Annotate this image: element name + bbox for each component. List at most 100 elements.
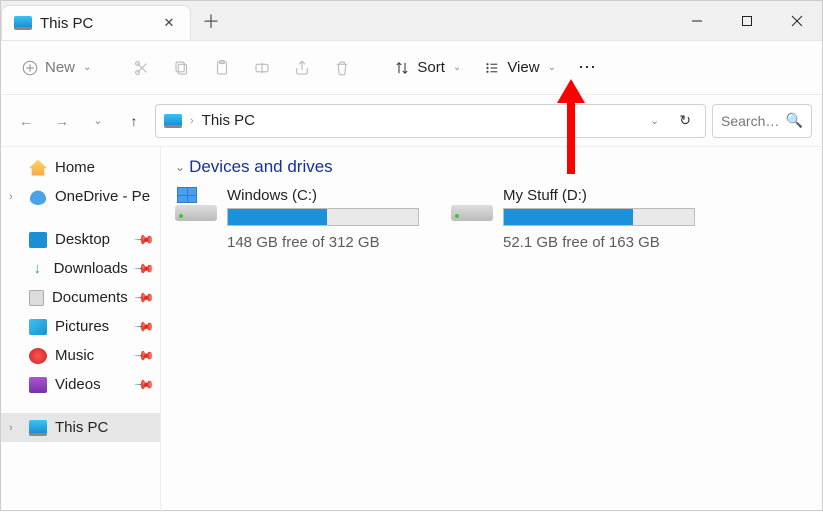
sidebar-item-desktop[interactable]: Desktop 📌 [1,225,160,254]
sort-icon [393,59,411,77]
chevron-down-icon: ⌄ [453,62,461,73]
recent-chevron[interactable]: ⌄ [83,106,113,136]
maximize-button[interactable] [722,1,772,40]
sidebar-item-videos[interactable]: Videos 📌 [1,370,160,399]
refresh-button[interactable]: ↻ [673,112,697,129]
window-controls [672,1,822,40]
sidebar-item-this-pc[interactable]: › This PC [1,413,160,442]
sidebar: Home › OneDrive - Pe Desktop 📌 ↓ Downloads 📌… [1,147,161,512]
address-bar[interactable]: › This PC ⌄ ↻ [155,104,706,138]
pin-icon: 📌 [133,286,156,309]
new-label: New [45,59,75,76]
address-text: This PC [202,112,255,129]
cut-button[interactable] [125,53,159,83]
drive-name: Windows (C:) [227,187,423,204]
desktop-icon [29,232,47,248]
drive-free-text: 52.1 GB free of 163 GB [503,234,699,251]
paste-icon [213,59,231,77]
share-icon [293,59,311,77]
share-button[interactable] [285,53,319,83]
new-button[interactable]: New ⌄ [13,53,99,83]
drive-free-text: 148 GB free of 312 GB [227,234,423,251]
view-label: View [507,59,539,76]
close-tab-icon[interactable]: ✕ [162,16,176,30]
pin-icon: 📌 [133,228,156,251]
delete-button[interactable] [325,53,359,83]
drive-icon [451,187,493,221]
documents-icon [29,290,44,306]
expand-icon[interactable]: › [9,191,13,203]
drives-list: Windows (C:) 148 GB free of 312 GB My St… [175,187,808,251]
sidebar-label: Videos [55,376,101,393]
nav-row: ← → ⌄ ↑ › This PC ⌄ ↻ Search This PC 🔍 [1,95,822,147]
tab-title: This PC [40,15,154,32]
this-pc-icon [164,114,182,128]
chevron-down-icon: ⌄ [83,62,91,73]
sidebar-label: Home [55,159,95,176]
copy-button[interactable] [165,53,199,83]
sidebar-label: Downloads [54,260,128,277]
downloads-icon: ↓ [29,261,46,277]
search-icon: 🔍 [786,112,803,129]
sidebar-label: Desktop [55,231,110,248]
sidebar-item-downloads[interactable]: ↓ Downloads 📌 [1,254,160,283]
rename-button[interactable] [245,53,279,83]
sidebar-label: This PC [55,419,108,436]
close-button[interactable] [772,1,822,40]
up-button[interactable]: ↑ [119,106,149,136]
sidebar-label: Pictures [55,318,109,335]
music-icon [29,348,47,364]
chevron-down-icon: ⌄ [548,62,556,73]
view-icon [483,59,501,77]
toolbar: New ⌄ Sort ⌄ View ⌄ ⋯ [1,41,822,95]
search-input[interactable]: Search This PC 🔍 [712,104,812,138]
home-icon [29,160,47,176]
breadcrumb-chevron-icon: › [190,115,194,127]
forward-button[interactable]: → [47,106,77,136]
sidebar-item-onedrive[interactable]: › OneDrive - Pe [1,182,160,211]
trash-icon [333,59,351,77]
this-pc-icon [14,16,32,30]
paste-button[interactable] [205,53,239,83]
sidebar-item-home[interactable]: Home [1,153,160,182]
sort-label: Sort [417,59,445,76]
pin-icon: 📌 [133,315,156,338]
sidebar-item-music[interactable]: Music 📌 [1,341,160,370]
copy-icon [173,59,191,77]
pin-icon: 📌 [133,344,156,367]
this-pc-icon [29,420,47,436]
drive-item[interactable]: Windows (C:) 148 GB free of 312 GB [175,187,423,251]
pin-icon: 📌 [133,373,156,396]
sort-button[interactable]: Sort ⌄ [385,53,469,83]
new-tab-button[interactable]: ＋ [191,1,231,40]
collapse-icon: ⌄ [175,160,185,174]
pictures-icon [29,319,47,335]
drive-usage-bar [503,208,695,226]
sidebar-label: OneDrive - Pe [55,188,150,205]
videos-icon [29,377,47,393]
pin-icon: 📌 [133,257,156,280]
plus-circle-icon [21,59,39,77]
back-button[interactable]: ← [11,106,41,136]
sidebar-item-pictures[interactable]: Pictures 📌 [1,312,160,341]
cut-icon [133,59,151,77]
minimize-button[interactable] [672,1,722,40]
cloud-icon [29,189,47,205]
rename-icon [253,59,271,77]
section-header[interactable]: ⌄ Devices and drives [175,157,808,177]
section-title: Devices and drives [189,157,333,177]
titlebar: This PC ✕ ＋ [1,1,822,41]
sidebar-label: Music [55,347,94,364]
window-tab[interactable]: This PC ✕ [1,5,191,40]
search-placeholder: Search This PC [721,113,780,129]
drive-item[interactable]: My Stuff (D:) 52.1 GB free of 163 GB [451,187,699,251]
more-button[interactable]: ⋯ [570,51,606,84]
content-area: ⌄ Devices and drives Windows (C:) 148 GB… [161,147,822,512]
drive-usage-bar [227,208,419,226]
expand-icon[interactable]: › [9,422,13,434]
address-dropdown-icon[interactable]: ⌄ [644,114,665,127]
sidebar-label: Documents [52,289,128,306]
view-button[interactable]: View ⌄ [475,53,564,83]
drive-icon [175,187,217,221]
sidebar-item-documents[interactable]: Documents 📌 [1,283,160,312]
